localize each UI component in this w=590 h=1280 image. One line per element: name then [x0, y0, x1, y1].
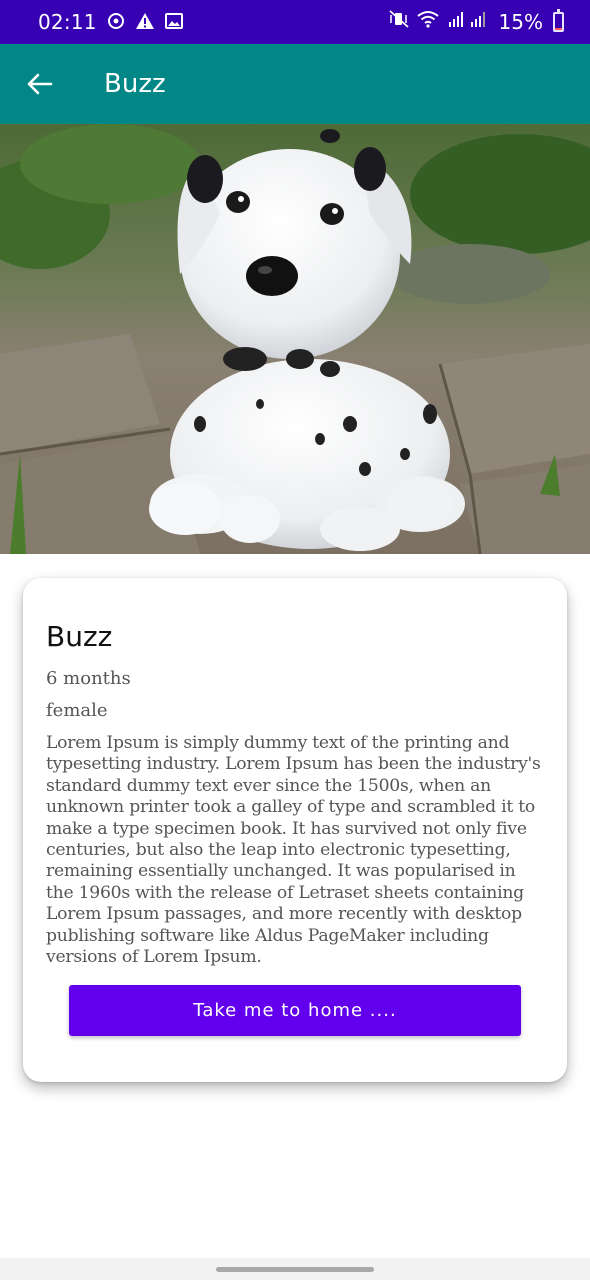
battery-percent: 15%	[498, 10, 543, 34]
status-right: 15%	[388, 9, 564, 34]
system-nav-bar	[0, 1258, 590, 1280]
signal-icon	[447, 10, 491, 34]
pet-description: Lorem Ipsum is simply dummy text of the …	[46, 733, 541, 968]
pet-age: 6 months	[46, 668, 131, 689]
pet-details-card: Buzz 6 months female Lorem Ipsum is simp…	[23, 578, 567, 1082]
wifi-icon	[416, 10, 439, 34]
image-icon	[164, 12, 183, 33]
app-bar-title: Buzz	[104, 69, 166, 99]
dalmatian-puppy-image	[0, 124, 590, 554]
sync-icon	[107, 12, 125, 33]
pet-gender: female	[46, 700, 108, 721]
battery-fill	[555, 27, 562, 30]
home-gesture-handle[interactable]	[216, 1267, 374, 1272]
take-me-home-button[interactable]: Take me to home ....	[69, 985, 521, 1036]
arrow-left-icon	[27, 73, 53, 95]
warning-icon	[135, 12, 155, 33]
pet-photo	[0, 124, 590, 554]
mute-vibrate-icon	[388, 10, 409, 34]
back-button[interactable]	[0, 44, 80, 124]
battery-icon	[553, 9, 564, 32]
app-bar: Buzz	[0, 44, 590, 124]
status-bar: 02:11 15%	[0, 0, 590, 44]
status-left: 02:11	[38, 10, 183, 34]
status-time: 02:11	[38, 10, 97, 34]
pet-name: Buzz	[46, 620, 113, 653]
